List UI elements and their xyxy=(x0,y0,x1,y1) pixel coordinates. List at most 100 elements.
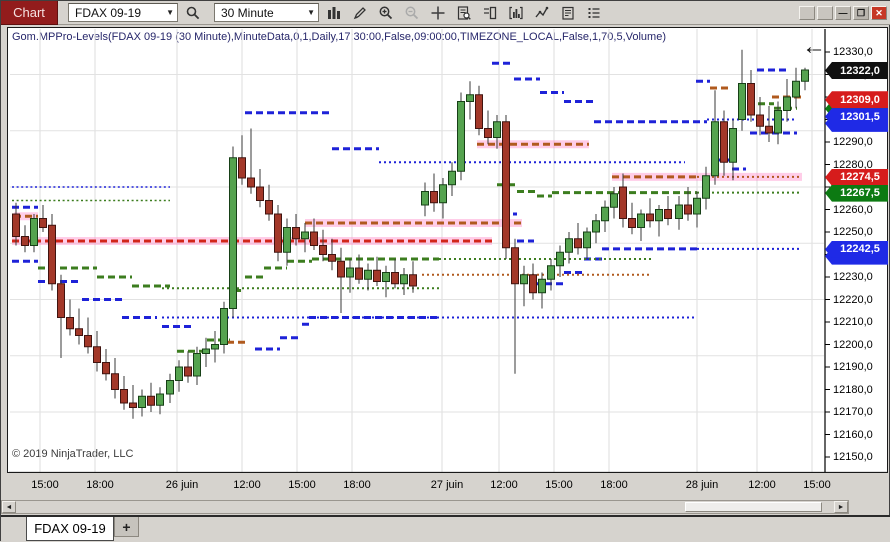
instrument-search-icon[interactable] xyxy=(182,3,204,23)
chart-surface[interactable] xyxy=(8,28,887,472)
candle-body xyxy=(628,218,636,228)
candle-body xyxy=(364,269,372,280)
candle-body xyxy=(184,366,192,377)
candle-body xyxy=(147,395,155,406)
histogram-brackets-icon[interactable] xyxy=(505,3,527,23)
price-tick-label: 12170,0 xyxy=(833,406,873,418)
candle-body xyxy=(21,236,29,246)
close-button[interactable]: ✕ xyxy=(871,5,887,20)
report-clipboard-icon[interactable] xyxy=(557,3,579,23)
list-icon[interactable] xyxy=(583,3,605,23)
chart-window: { "titlebar": { "app_label": "Chart", "i… xyxy=(0,0,890,542)
candle-body xyxy=(637,213,645,228)
time-tick-label: 18:00 xyxy=(343,479,371,491)
interval-value: 30 Minute xyxy=(221,5,274,20)
candle-body xyxy=(601,206,609,222)
price-tick-label: 12330,0 xyxy=(833,46,873,58)
add-tab-button[interactable]: + xyxy=(114,517,139,537)
window-title[interactable]: Chart xyxy=(1,0,58,25)
candle-body xyxy=(138,395,146,408)
window-button-extra2[interactable] xyxy=(817,5,833,20)
candle-body xyxy=(801,69,809,82)
candle-body xyxy=(328,254,336,262)
candle-body xyxy=(556,251,564,267)
drawing-pencil-icon[interactable] xyxy=(349,3,371,23)
interval-selector[interactable]: 30 Minute ▼ xyxy=(214,3,319,22)
instrument-value: FDAX 09-19 xyxy=(75,5,142,20)
scrollbar-thumb[interactable] xyxy=(685,502,822,512)
candle-body xyxy=(66,317,74,330)
instrument-selector[interactable]: FDAX 09-19 ▼ xyxy=(68,3,178,22)
candle-body xyxy=(466,94,474,102)
candle-body xyxy=(265,200,273,215)
candle-body xyxy=(346,267,354,278)
chevron-down-icon: ▼ xyxy=(166,8,174,17)
bar-chart-icon[interactable] xyxy=(323,3,345,23)
scroll-left-arrow-icon[interactable]: ◄ xyxy=(2,501,16,513)
candle-body xyxy=(57,283,65,318)
candle-body xyxy=(765,125,773,134)
candle-body xyxy=(211,344,219,350)
candle-body xyxy=(175,366,183,381)
candle-body xyxy=(229,157,237,309)
candle-body xyxy=(12,213,20,237)
candle-body xyxy=(610,193,618,208)
candle-body xyxy=(720,121,728,163)
candle-body xyxy=(310,231,318,246)
candle-body xyxy=(156,393,164,406)
candle-body xyxy=(373,269,381,282)
candle-body xyxy=(319,245,327,255)
price-tag: 12322,0 xyxy=(825,62,888,79)
candle-body xyxy=(220,308,228,345)
window-buttons: — ❐ ✕ xyxy=(799,5,890,20)
candle-body xyxy=(421,191,429,206)
chevron-down-icon: ▼ xyxy=(307,8,315,17)
candle-body xyxy=(547,265,555,280)
candle-body xyxy=(655,209,663,222)
crosshair-plus-icon[interactable] xyxy=(427,3,449,23)
candle-body xyxy=(75,328,83,336)
candle-body xyxy=(592,220,600,233)
candle-body xyxy=(409,274,417,287)
candle-body xyxy=(129,402,137,408)
candle-body xyxy=(120,389,128,404)
candle-body xyxy=(439,184,447,204)
price-tick-label: 12160,0 xyxy=(833,428,873,441)
horizontal-scrollbar[interactable]: ◄ ► xyxy=(1,500,849,514)
candle-body xyxy=(337,260,345,278)
time-tick-label: 12:00 xyxy=(490,479,518,491)
tab-bar: FDAX 09-19 + xyxy=(1,517,890,542)
zoom-out-icon[interactable] xyxy=(401,3,423,23)
zoom-in-icon[interactable] xyxy=(375,3,397,23)
document-search-icon[interactable] xyxy=(453,3,475,23)
candle-body xyxy=(565,238,573,253)
time-tick-label: 18:00 xyxy=(86,479,114,491)
candle-body xyxy=(747,83,755,116)
time-tick-label: 28 juin xyxy=(685,479,719,491)
candle-body xyxy=(475,94,483,129)
chart-panel[interactable]: Gom.MPPro-Levels(FDAX 09-19 (30 Minute),… xyxy=(7,27,888,473)
price-tag: 12309,0 xyxy=(825,91,888,109)
candle-body xyxy=(355,267,363,280)
panel-layout-icon[interactable] xyxy=(479,3,501,23)
maximize-button[interactable]: ❐ xyxy=(853,5,869,20)
window-button-extra1[interactable] xyxy=(799,5,815,20)
price-tick-label: 12220,0 xyxy=(833,293,873,306)
candle-body xyxy=(457,101,465,172)
price-tick-label: 12280,0 xyxy=(833,158,873,171)
minimize-button[interactable]: — xyxy=(835,5,851,20)
time-tick-label: 18:00 xyxy=(600,479,628,491)
price-tick-label: 12180,0 xyxy=(833,383,873,396)
candle-body xyxy=(430,191,438,204)
candle-body xyxy=(675,204,683,219)
line-chart-icon[interactable] xyxy=(531,3,553,23)
candle-body xyxy=(693,197,701,215)
time-tick-label: 12:00 xyxy=(233,479,261,491)
candle-body xyxy=(93,346,101,363)
time-tick-label: 12:00 xyxy=(748,479,776,491)
titlebar: Chart FDAX 09-19 ▼ 30 Minute ▼ — ❐ ✕ xyxy=(1,0,890,25)
tab-fdax-09-19[interactable]: FDAX 09-19 xyxy=(26,517,114,541)
scroll-right-arrow-icon[interactable]: ► xyxy=(834,501,848,513)
candle-body xyxy=(756,114,764,127)
candle-body xyxy=(111,373,119,390)
